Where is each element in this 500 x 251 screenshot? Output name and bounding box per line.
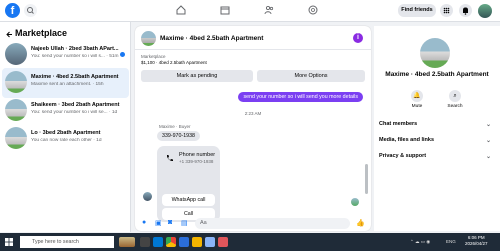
image-icon[interactable]: ▣: [155, 219, 162, 227]
message-input[interactable]: Aa: [195, 218, 350, 229]
thread-thumbnail: [5, 43, 27, 65]
phone-icon: [166, 155, 173, 162]
windows-taskbar: Type here to search ⌃ ☁ ▭ ◉ ENG 6:06 PM …: [0, 233, 500, 251]
profile-avatar[interactable]: [478, 4, 492, 18]
app-icon[interactable]: [205, 237, 215, 247]
mail-icon[interactable]: [179, 237, 189, 247]
mute-label: Mute: [411, 104, 423, 109]
marketplace-title: Marketplace: [15, 28, 68, 38]
search-label: Search: [447, 104, 463, 109]
facebook-logo[interactable]: f: [5, 3, 20, 18]
section-label: Privacy & support: [379, 153, 427, 159]
thread-preview: You can now rate each other · 1d: [31, 138, 102, 143]
bell-icon: [463, 7, 468, 15]
menu-grid-button[interactable]: [440, 4, 453, 17]
mic-icon[interactable]: ●: [142, 219, 146, 226]
more-options-button[interactable]: More Options: [257, 70, 365, 82]
taskbar-search[interactable]: Type here to search: [20, 236, 114, 248]
edge-icon[interactable]: [153, 237, 163, 247]
message-timestamp: 2:23 AM: [244, 111, 262, 116]
thread-title: Lo · 3bed 2bath Apartment: [31, 130, 101, 136]
calendar-icon[interactable]: [220, 5, 230, 15]
card-title: Phone number: [179, 152, 216, 158]
search-action[interactable]: ⌕ Search: [442, 90, 468, 109]
search-icon: [27, 7, 34, 14]
groups-icon[interactable]: [308, 5, 318, 15]
chat-window: Maxime · 4bed 2.5bath Apartment i Market…: [135, 26, 371, 231]
task-view-icon[interactable]: [140, 237, 150, 247]
details-title: Maxime · 4bed 2.5bath Apartment: [385, 71, 489, 78]
menu-grid-icon: [443, 7, 450, 14]
like-icon[interactable]: 👍: [356, 219, 365, 227]
thread-thumbnail: [5, 71, 27, 93]
friends-icon[interactable]: [264, 5, 274, 15]
clock[interactable]: 6:06 PM 2026/04/27: [465, 235, 488, 247]
language-indicator[interactable]: ENG: [446, 239, 456, 244]
thread-preview: You: send your number so i will se... · …: [31, 110, 118, 115]
search-icon: ⌕: [449, 90, 461, 102]
clock-date: 2026/04/27: [465, 241, 488, 246]
listing-price[interactable]: $1,100 · 4bed 2.5bath Apartment: [141, 60, 207, 66]
thread-preview: You: send your number so i will s... · 5…: [31, 54, 119, 59]
thread-thumbnail: [5, 99, 27, 121]
tray-icons[interactable]: ⌃ ☁ ▭ ◉: [410, 239, 430, 245]
buyer-label: Maxime · Buyer: [159, 124, 191, 129]
phone-number-card: Phone number +1 339-970-1938 WhatsApp ca…: [157, 146, 220, 222]
unread-dot: [120, 52, 125, 57]
gif-icon[interactable]: ▤: [181, 219, 188, 227]
chat-members-row[interactable]: Chat members ⌄: [379, 121, 493, 128]
bell-icon: 🔔: [411, 90, 423, 102]
section-label: Media, files and links: [379, 137, 435, 143]
read-receipt-avatar: [351, 198, 359, 206]
thread-item-maxime[interactable]: Maxime · 4bed 2.5bath Apartment Maxime s…: [2, 68, 129, 98]
chat-thumbnail[interactable]: [141, 31, 156, 46]
marketplace-sidebar: Marketplace Najeeb Ullah · 2bed 3bath AP…: [0, 22, 131, 232]
back-arrow-icon[interactable]: [6, 31, 13, 38]
app-icon-2[interactable]: [218, 237, 228, 247]
section-label: Chat members: [379, 121, 418, 127]
find-friends-button[interactable]: Find friends: [398, 4, 436, 17]
incoming-message: 339-970-1938: [157, 131, 200, 141]
file-explorer-icon[interactable]: [192, 237, 202, 247]
card-number: +1 339-970-1938: [179, 159, 214, 164]
listing-photo: [420, 38, 450, 68]
info-icon[interactable]: i: [353, 33, 363, 43]
mark-as-pending-button[interactable]: Mark as pending: [141, 70, 253, 82]
bell-button[interactable]: [459, 4, 472, 17]
weather-widget-icon[interactable]: [119, 237, 135, 247]
chrome-icon[interactable]: [166, 237, 176, 247]
whatsapp-call-button[interactable]: WhatsApp call: [162, 194, 215, 206]
composer-bar: ● ▣ ◙ ▤ Aa 👍: [135, 216, 371, 231]
home-icon[interactable]: [176, 5, 186, 15]
privacy-support-row[interactable]: Privacy & support ⌄: [379, 153, 493, 160]
mute-action[interactable]: 🔔 Mute: [404, 90, 430, 109]
listing-summary: Marketplace $1,100 · 4bed 2.5bath Apartm…: [141, 54, 207, 66]
thread-item-lo[interactable]: Lo · 3bed 2bath Apartment You can now ra…: [2, 124, 129, 154]
top-navigation-bar: f Find friends: [0, 0, 500, 22]
chevron-down-icon: ⌄: [485, 138, 491, 144]
thread-item-shaikeem[interactable]: Shaikeem · 3bed 2bath Apartment You: sen…: [2, 96, 129, 126]
thread-title: Shaikeem · 3bed 2bath Apartment: [31, 102, 120, 108]
thread-preview: Maxime sent an attachment. · 15h: [31, 82, 104, 87]
thread-title: Maxime · 4bed 2.5bath Apartment: [31, 74, 119, 80]
chat-scrollbar[interactable]: [365, 164, 368, 194]
windows-start-icon[interactable]: [5, 238, 13, 246]
conversation-details-panel: Maxime · 4bed 2.5bath Apartment 🔔 Mute ⌕…: [374, 26, 500, 231]
chat-header: Maxime · 4bed 2.5bath Apartment i: [135, 26, 371, 50]
media-files-row[interactable]: Media, files and links ⌄: [379, 137, 493, 144]
search-button[interactable]: [24, 4, 37, 17]
thread-item-najeeb[interactable]: Najeeb Ullah · 2bed 3bath APart... You: …: [2, 40, 129, 70]
sticker-icon[interactable]: ◙: [168, 219, 172, 226]
thread-thumbnail: [5, 127, 27, 149]
sender-avatar: [143, 192, 152, 201]
chevron-down-icon: ⌄: [485, 122, 491, 128]
chat-title[interactable]: Maxime · 4bed 2.5bath Apartment: [160, 35, 263, 42]
thread-title: Najeeb Ullah · 2bed 3bath APart...: [31, 46, 119, 52]
chevron-down-icon: ⌄: [485, 154, 491, 160]
outgoing-message: send your number so i will send you more…: [238, 92, 363, 102]
